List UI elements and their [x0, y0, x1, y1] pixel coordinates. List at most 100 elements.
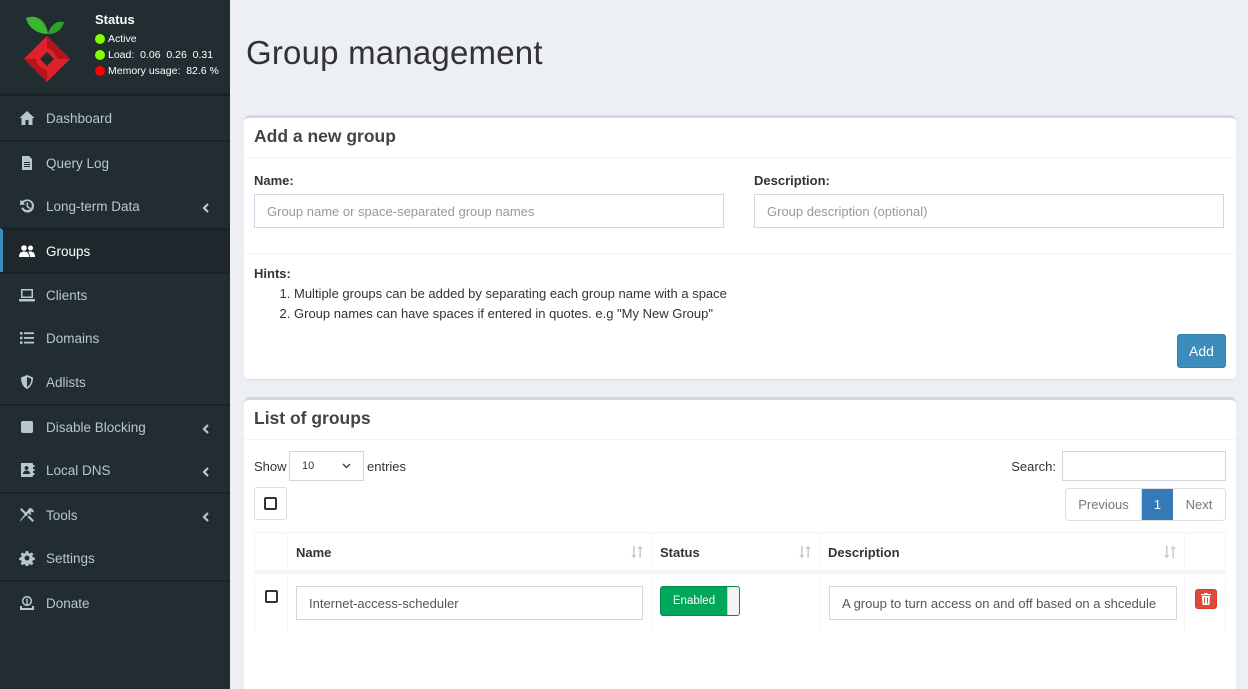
- th-select: [254, 532, 287, 570]
- sidebar-item-groups[interactable]: Groups: [0, 228, 230, 272]
- row-name-cell: [287, 577, 651, 633]
- sidebar-item-local-dns[interactable]: Local DNS: [0, 448, 230, 492]
- pihole-logo[interactable]: [18, 8, 76, 88]
- status-load-dot-icon: [95, 50, 105, 60]
- name-label: Name:: [254, 173, 294, 188]
- groups-table: Name Status Description Internet-access-…: [254, 532, 1226, 633]
- list-groups-header: List of groups: [244, 400, 1236, 440]
- status-title: Status: [95, 12, 135, 27]
- status-load-label: Load: 0.06 0.26 0.31: [108, 49, 214, 61]
- page-length-select[interactable]: 10: [289, 451, 364, 481]
- th-name-label: Name: [296, 545, 332, 560]
- sidebar-brand: Status Active Load: 0.06 0.26 0.31 Memor…: [0, 0, 230, 96]
- row-description-input[interactable]: [829, 586, 1177, 620]
- chevron-left-icon: [202, 465, 210, 477]
- sidebar-item-domains[interactable]: Domains: [0, 316, 230, 360]
- page-title: Group management: [246, 34, 543, 71]
- hint-item: Multiple groups can be added by separati…: [294, 284, 727, 304]
- sidebar-item-clients[interactable]: Clients: [0, 272, 230, 316]
- pagination-page-1[interactable]: 1: [1142, 489, 1173, 520]
- sidebar-item-disable-blocking[interactable]: Disable Blocking: [0, 404, 230, 448]
- pagination-next[interactable]: Next: [1173, 489, 1225, 520]
- status-toggle[interactable]: Enabled: [660, 586, 740, 616]
- list-groups-title: List of groups: [254, 408, 371, 428]
- add-group-box: Add a new group Name: Description: Hints…: [244, 115, 1236, 379]
- row-checkbox[interactable]: [265, 590, 278, 603]
- sidebar-item-settings[interactable]: Settings: [0, 536, 230, 580]
- sidebar-nav: Dashboard Query Log Long-term Data Group…: [0, 96, 230, 624]
- status-memory: Memory usage: 82.6 %: [95, 63, 219, 79]
- pagination-previous[interactable]: Previous: [1066, 489, 1142, 520]
- main-content: Group management Add a new group Name: D…: [230, 0, 1248, 689]
- chevron-left-icon: [202, 510, 210, 522]
- sidebar-item-dashboard[interactable]: Dashboard: [0, 96, 230, 140]
- shield-icon: [18, 374, 36, 390]
- sidebar-item-label: Local DNS: [46, 462, 111, 478]
- add-group-title: Add a new group: [254, 126, 396, 146]
- sidebar-item-label: Adlists: [46, 374, 86, 390]
- hint-item: Group names can have spaces if entered i…: [294, 304, 727, 324]
- gear-icon: [18, 550, 36, 566]
- add-button[interactable]: Add: [1177, 334, 1226, 368]
- th-name[interactable]: Name: [287, 532, 651, 570]
- status-block: Status Active Load: 0.06 0.26 0.31 Memor…: [95, 12, 219, 79]
- group-description-input[interactable]: [754, 194, 1224, 228]
- chevron-left-icon: [202, 422, 210, 434]
- sort-icon: [631, 545, 643, 559]
- sidebar: Status Active Load: 0.06 0.26 0.31 Memor…: [0, 0, 230, 689]
- page-length-value: 10: [302, 460, 315, 472]
- entries-label: entries: [367, 459, 407, 474]
- sidebar-item-long-term-data[interactable]: Long-term Data: [0, 184, 230, 228]
- row-select-cell: [254, 577, 287, 633]
- list-groups-box: List of groups Show 10 entries Search: P…: [244, 397, 1236, 689]
- sidebar-item-label: Groups: [46, 243, 91, 259]
- delete-button[interactable]: [1195, 589, 1217, 609]
- status-memory-label: Memory usage: 82.6 %: [108, 65, 219, 77]
- sidebar-item-tools[interactable]: Tools: [0, 492, 230, 536]
- th-description-label: Description: [828, 545, 900, 560]
- description-label: Description:: [754, 173, 830, 188]
- chevron-left-icon: [202, 201, 210, 213]
- status-active-label: Active: [108, 33, 137, 45]
- sidebar-item-label: Clients: [46, 287, 88, 303]
- sidebar-item-label: Disable Blocking: [46, 419, 146, 435]
- status-active-dot-icon: [95, 34, 105, 44]
- donate-icon: [18, 595, 36, 611]
- sidebar-item-label: Donate: [46, 595, 90, 611]
- status-active: Active: [95, 31, 219, 47]
- pagination: Previous 1 Next: [1065, 488, 1226, 521]
- sidebar-item-query-log[interactable]: Query Log: [0, 140, 230, 184]
- sort-icon: [1164, 545, 1176, 559]
- list-icon: [18, 330, 36, 346]
- home-icon: [18, 110, 36, 126]
- divider: [244, 253, 1236, 254]
- search-input[interactable]: [1062, 451, 1226, 481]
- table-header: Name Status Description: [254, 532, 1226, 570]
- status-toggle-label: Enabled: [672, 595, 716, 607]
- th-status[interactable]: Status: [651, 532, 819, 570]
- th-description[interactable]: Description: [819, 532, 1184, 570]
- hints-title: Hints:: [254, 266, 291, 281]
- status-load: Load: 0.06 0.26 0.31: [95, 47, 219, 63]
- users-icon: [18, 243, 36, 259]
- history-icon: [18, 198, 36, 214]
- group-name-input[interactable]: [254, 194, 724, 228]
- show-label: Show: [254, 459, 287, 474]
- row-name-input[interactable]: [296, 586, 643, 620]
- sidebar-item-donate[interactable]: Donate: [0, 580, 230, 624]
- checkbox-icon: [264, 497, 277, 510]
- add-group-header: Add a new group: [244, 118, 1236, 158]
- hints-list: Multiple groups can be added by separati…: [284, 284, 727, 324]
- sidebar-item-adlists[interactable]: Adlists: [0, 360, 230, 404]
- row-actions-cell: [1184, 577, 1226, 633]
- row-status-cell: Enabled: [651, 577, 819, 633]
- trash-icon: [1201, 593, 1211, 605]
- table-header-separator: [254, 570, 1226, 574]
- sort-icon: [799, 545, 811, 559]
- sidebar-item-label: Query Log: [46, 155, 110, 171]
- stop-icon: [18, 419, 36, 435]
- select-all-button[interactable]: [254, 487, 287, 520]
- tools-icon: [18, 507, 36, 523]
- sidebar-item-label: Settings: [46, 550, 95, 566]
- th-status-label: Status: [660, 545, 700, 560]
